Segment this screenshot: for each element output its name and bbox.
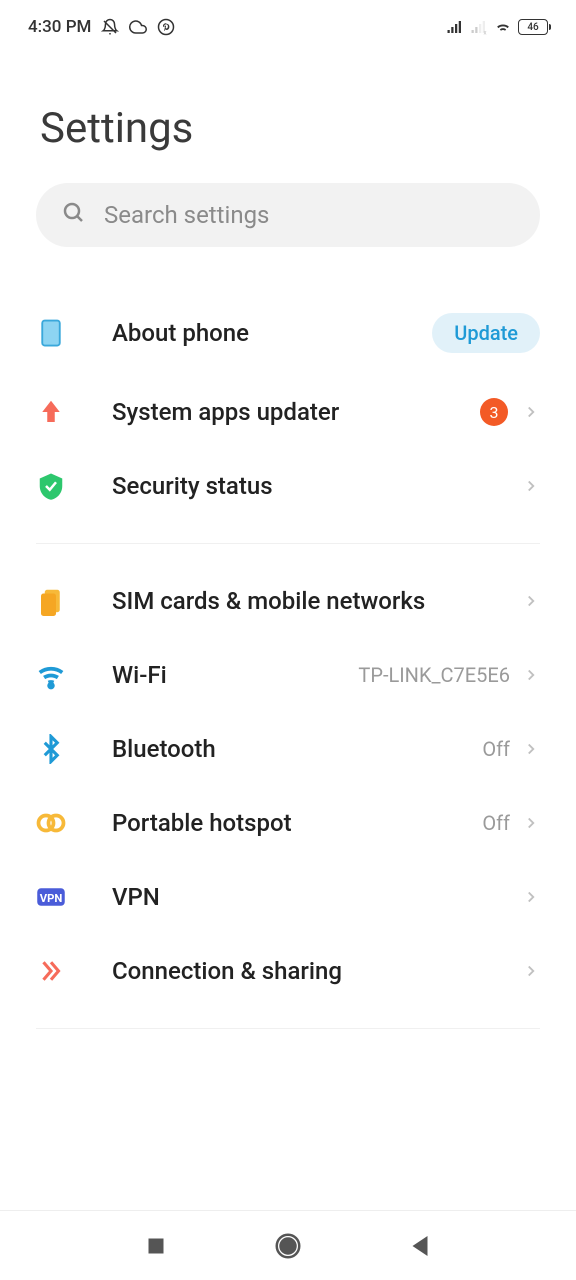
setting-label: About phone	[112, 319, 432, 347]
chevron-right-icon	[522, 740, 540, 758]
setting-value: Off	[482, 811, 510, 835]
setting-about-phone[interactable]: About phone Update	[0, 291, 576, 375]
status-bar: 4:30 PM x 46	[0, 0, 576, 54]
search-placeholder: Search settings	[104, 201, 269, 229]
svg-text:x: x	[484, 30, 487, 37]
setting-hotspot[interactable]: Portable hotspot Off	[0, 786, 576, 860]
vpn-icon: VPN	[36, 882, 66, 912]
setting-vpn[interactable]: VPN VPN	[0, 860, 576, 934]
setting-bluetooth[interactable]: Bluetooth Off	[0, 712, 576, 786]
setting-value: Off	[482, 737, 510, 761]
notification-mute-icon	[101, 18, 119, 36]
setting-value: TP-LINK_C7E5E6	[358, 663, 510, 687]
signal-weak-icon: x	[470, 18, 488, 36]
setting-label: VPN	[112, 883, 522, 911]
search-icon	[62, 201, 86, 229]
update-badge[interactable]: Update	[432, 313, 540, 353]
wifi-icon	[36, 660, 66, 690]
chevron-right-icon	[522, 592, 540, 610]
back-button[interactable]	[405, 1231, 435, 1261]
arrow-up-icon	[36, 397, 66, 427]
chevron-right-icon	[522, 403, 540, 421]
page-title: Settings	[0, 54, 576, 183]
svg-text:VPN: VPN	[40, 892, 63, 905]
battery-icon: 46	[518, 19, 548, 35]
chevron-right-icon	[522, 666, 540, 684]
setting-label: SIM cards & mobile networks	[112, 587, 522, 615]
shield-icon	[36, 471, 66, 501]
status-time: 4:30 PM	[28, 17, 91, 37]
setting-system-apps[interactable]: System apps updater 3	[0, 375, 576, 449]
signal-icon	[446, 18, 464, 36]
setting-label: Portable hotspot	[112, 809, 482, 837]
setting-label: System apps updater	[112, 398, 480, 426]
setting-wifi[interactable]: Wi-Fi TP-LINK_C7E5E6	[0, 638, 576, 712]
setting-label: Security status	[112, 472, 522, 500]
setting-security[interactable]: Security status	[0, 449, 576, 523]
recent-apps-button[interactable]	[141, 1231, 171, 1261]
divider	[36, 1028, 540, 1029]
divider	[36, 543, 540, 544]
cloud-icon	[129, 18, 147, 36]
home-button[interactable]	[273, 1231, 303, 1261]
nav-bar	[0, 1210, 576, 1280]
count-badge: 3	[480, 398, 508, 426]
bluetooth-icon	[36, 734, 66, 764]
search-bar[interactable]: Search settings	[36, 183, 540, 247]
chevron-right-icon	[522, 962, 540, 980]
chevron-right-icon	[522, 888, 540, 906]
phone-icon	[36, 318, 66, 348]
setting-label: Wi-Fi	[112, 661, 358, 689]
setting-label: Bluetooth	[112, 735, 482, 763]
setting-connection[interactable]: Connection & sharing	[0, 934, 576, 1008]
chevron-right-icon	[522, 814, 540, 832]
wifi-status-icon	[494, 18, 512, 36]
share-icon	[36, 956, 66, 986]
chevron-right-icon	[522, 477, 540, 495]
pinterest-icon	[157, 18, 175, 36]
setting-label: Connection & sharing	[112, 957, 522, 985]
hotspot-icon	[36, 808, 66, 838]
setting-sim[interactable]: SIM cards & mobile networks	[0, 564, 576, 638]
sim-icon	[36, 586, 66, 616]
